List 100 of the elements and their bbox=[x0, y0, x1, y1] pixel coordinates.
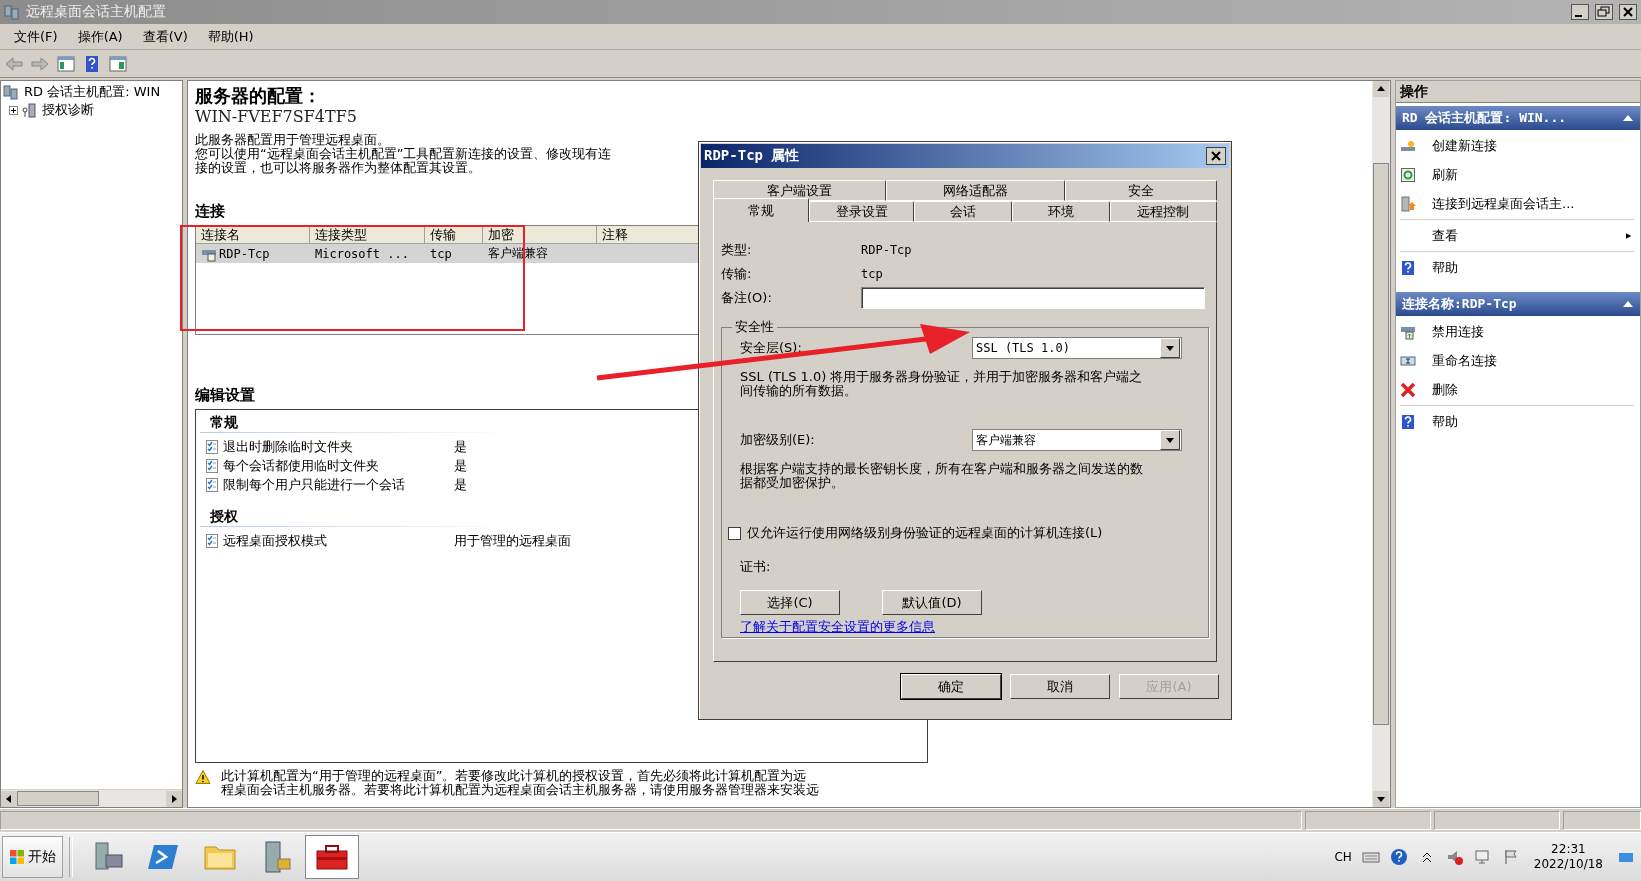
group-header[interactable]: 连接名称:RDP-Tcp bbox=[1396, 292, 1640, 316]
input-field[interactable] bbox=[861, 287, 1205, 309]
tree-item[interactable]: 授权诊断 bbox=[40, 101, 96, 119]
field-value: tcp bbox=[861, 267, 883, 281]
scroll-right-icon[interactable] bbox=[166, 790, 182, 807]
setting-name[interactable]: 限制每个用户只能进行一个会话 bbox=[223, 475, 451, 494]
group-heading: 授权 bbox=[200, 506, 510, 527]
description-text: 此服务器配置用于管理远程桌面。 bbox=[195, 133, 390, 147]
column-header[interactable]: 加密 bbox=[483, 226, 597, 244]
help-link[interactable]: 了解关于配置安全设置的更多信息 bbox=[740, 618, 935, 636]
menu-item[interactable]: 帮助(H) bbox=[197, 27, 264, 46]
tab[interactable]: 环境 bbox=[1011, 201, 1110, 222]
action-item[interactable]: 删除 bbox=[1432, 380, 1634, 399]
field-label: 备注(O): bbox=[721, 289, 773, 307]
notice-text: 程桌面会话主机服务器。若要将此计算机配置为远程桌面会话主机服务器，请使用服务器管理器来安装远 bbox=[221, 783, 819, 797]
setting-value: 是 bbox=[454, 437, 467, 456]
option-description: SSL (TLS 1.0) 将用于服务器身份验证，并用于加密服务器和客户端之间传输的所有数据。 bbox=[740, 370, 1144, 400]
certificate-button[interactable]: 选择(C) bbox=[740, 590, 840, 615]
menu-item[interactable]: 查看(V) bbox=[132, 27, 198, 46]
action-item[interactable]: 帮助 bbox=[1432, 258, 1634, 277]
menu-item[interactable]: 操作(A) bbox=[67, 27, 133, 46]
scroll-thumb[interactable] bbox=[1373, 163, 1389, 725]
tab[interactable]: 网络适配器 bbox=[886, 180, 1065, 201]
setting-value: 是 bbox=[454, 475, 467, 494]
action-pane-icon[interactable] bbox=[108, 54, 128, 73]
console-tree-icon[interactable] bbox=[56, 54, 76, 73]
delete-icon bbox=[1400, 381, 1416, 398]
description-text: 接的设置，也可以将服务器作为整体配置其设置。 bbox=[195, 161, 481, 175]
server-name: WIN-FVEF7SF4TF5 bbox=[195, 107, 358, 127]
tab[interactable]: 安全 bbox=[1064, 180, 1217, 201]
group-header[interactable]: RD 会话主机配置: WIN... bbox=[1396, 106, 1640, 130]
help-icon[interactable] bbox=[1389, 848, 1408, 866]
checkbox[interactable] bbox=[728, 526, 741, 540]
refresh-icon bbox=[1400, 166, 1416, 183]
dropdown[interactable]: SSL (TLS 1.0) bbox=[972, 337, 1182, 359]
collapse-caret-icon[interactable] bbox=[1622, 300, 1634, 308]
scroll-up-icon[interactable] bbox=[1373, 81, 1389, 97]
action-item[interactable]: 查看 bbox=[1432, 226, 1626, 245]
dialog-button[interactable]: 取消 bbox=[1010, 674, 1110, 699]
expand-icon[interactable] bbox=[9, 105, 18, 115]
section-heading: 编辑设置 bbox=[195, 385, 255, 405]
window-title: 远程桌面会话主机配置 bbox=[26, 3, 167, 21]
tree-item[interactable]: RD 会话主机配置: WIN bbox=[22, 83, 163, 101]
close-button[interactable] bbox=[1206, 147, 1226, 165]
start-button[interactable]: 开始 bbox=[2, 836, 63, 878]
caret-icon bbox=[1166, 437, 1174, 443]
dialog-title: RDP-Tcp 属性 bbox=[704, 147, 800, 165]
collapse-caret-icon[interactable] bbox=[1622, 114, 1634, 122]
tab[interactable]: 会话 bbox=[914, 201, 1012, 222]
field-label: 传输: bbox=[721, 265, 753, 283]
field-value: RDP-Tcp bbox=[861, 243, 912, 257]
section-heading: 连接 bbox=[195, 201, 225, 221]
field-label: 证书: bbox=[740, 558, 772, 576]
restore-icon[interactable] bbox=[1595, 4, 1613, 20]
clock[interactable]: 22:31 2022/10/18 bbox=[1533, 842, 1603, 872]
language-indicator[interactable]: CH bbox=[1334, 850, 1352, 864]
notice-text: 此计算机配置为“用于管理的远程桌面”。若要修改此计算机的授权设置，首先必须将此计算机配置为远 bbox=[221, 769, 808, 783]
close-icon[interactable] bbox=[1619, 4, 1637, 20]
setting-value: 用于管理的远程桌面 bbox=[454, 531, 571, 550]
speaker-muted-icon[interactable] bbox=[1445, 848, 1464, 866]
checklist-icon bbox=[204, 532, 220, 549]
scroll-thumb[interactable] bbox=[17, 791, 99, 806]
field-label: 加密级别(E): bbox=[740, 431, 816, 449]
vertical-scrollbar[interactable] bbox=[1372, 81, 1390, 807]
scroll-down-icon[interactable] bbox=[1373, 791, 1389, 807]
servers-icon bbox=[3, 84, 19, 100]
setting-name[interactable]: 退出时删除临时文件夹 bbox=[223, 437, 451, 456]
description-text: 您可以使用“远程桌面会话主机配置”工具配置新连接的设置、修改现有连 bbox=[195, 147, 612, 161]
option-description: 根据客户端支持的最长密钥长度，所有在客户端和服务器之间发送的数据都受加密保护。 bbox=[740, 462, 1144, 492]
action-item[interactable]: 禁用连接 bbox=[1432, 322, 1634, 341]
certificate-button[interactable]: 默认值(D) bbox=[882, 590, 982, 615]
field-label: 类型: bbox=[721, 241, 753, 259]
checklist-icon bbox=[204, 438, 220, 455]
pane-title: 操作 bbox=[1396, 81, 1640, 103]
tab[interactable]: 客户端设置 bbox=[713, 180, 887, 201]
caret-icon bbox=[1166, 345, 1174, 351]
warning-icon bbox=[195, 769, 211, 785]
action-item[interactable]: 创建新连接 bbox=[1432, 136, 1634, 155]
setting-name[interactable]: 每个会话都使用临时文件夹 bbox=[223, 456, 451, 475]
taskbar-app[interactable] bbox=[305, 835, 359, 879]
checkbox-label[interactable]: 仅允许运行使用网络级别身份验证的远程桌面的计算机连接(L) bbox=[747, 524, 1103, 542]
action-item[interactable]: 帮助 bbox=[1432, 412, 1634, 431]
tab[interactable]: 登录设置 bbox=[809, 201, 915, 222]
horizontal-scrollbar[interactable] bbox=[1, 789, 182, 807]
checklist-icon bbox=[204, 457, 220, 474]
minimize-icon[interactable] bbox=[1571, 4, 1589, 20]
tab[interactable]: 常规 bbox=[713, 198, 810, 222]
action-item[interactable]: 连接到远程桌面会话主... bbox=[1432, 194, 1634, 213]
dialog-button[interactable]: 确定 bbox=[901, 674, 1001, 699]
menu-item[interactable]: 文件(F) bbox=[4, 27, 68, 46]
scroll-left-icon[interactable] bbox=[1, 790, 17, 807]
action-item[interactable]: 重命名连接 bbox=[1432, 351, 1634, 370]
action-item[interactable]: 刷新 bbox=[1432, 165, 1634, 184]
server-key-icon bbox=[21, 102, 37, 118]
setting-name[interactable]: 远程桌面授权模式 bbox=[223, 531, 451, 550]
dropdown[interactable]: 客户端兼容 bbox=[972, 429, 1182, 451]
tab[interactable]: 远程控制 bbox=[1109, 201, 1217, 222]
server-arrow-icon bbox=[1400, 195, 1416, 212]
monitor-icon[interactable] bbox=[1473, 848, 1492, 866]
help-icon bbox=[1400, 259, 1416, 276]
